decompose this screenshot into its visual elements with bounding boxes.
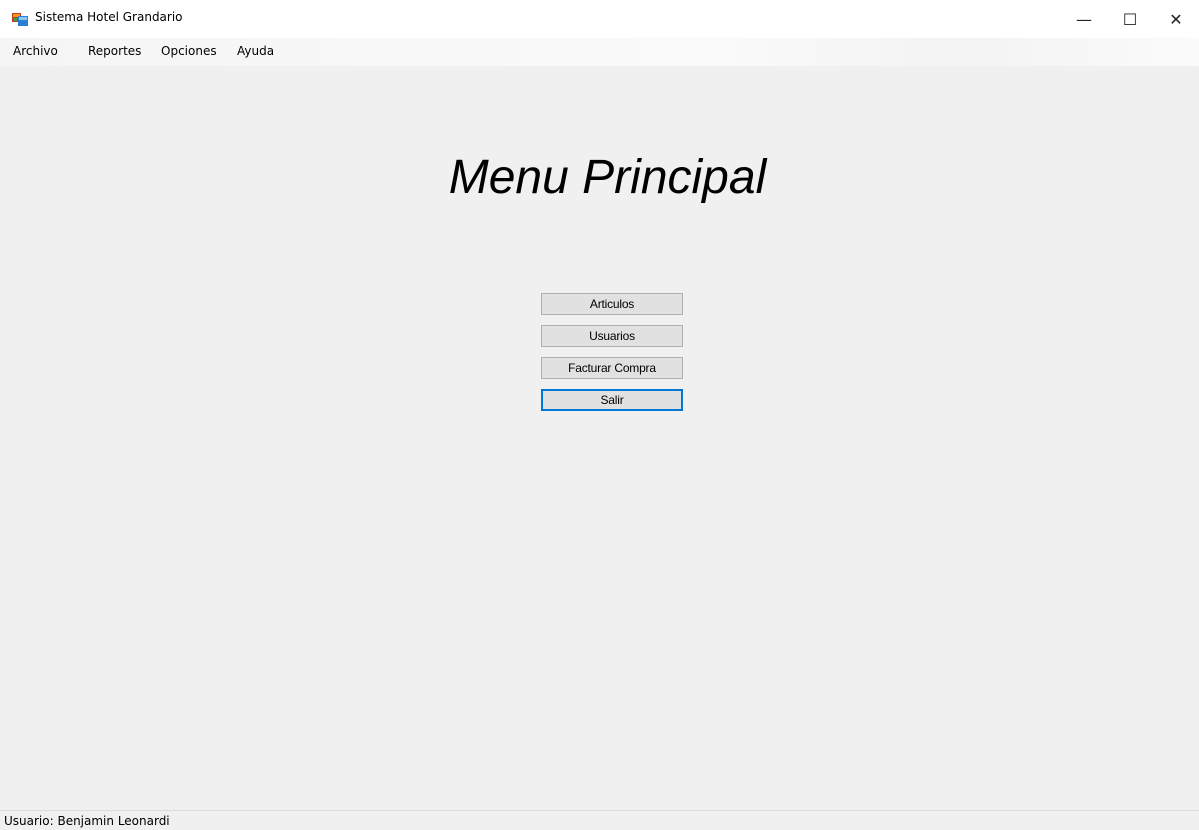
minimize-button[interactable]: —	[1061, 0, 1107, 38]
minimize-icon: —	[1076, 9, 1092, 29]
maximize-button[interactable]: ☐	[1107, 0, 1153, 38]
facturar-compra-button[interactable]: Facturar Compra	[541, 357, 683, 379]
app-window-icon	[12, 11, 28, 27]
usuarios-button[interactable]: Usuarios	[541, 325, 683, 347]
maximize-icon: ☐	[1122, 9, 1138, 29]
window-title: Sistema Hotel Grandario	[35, 10, 183, 24]
menu-bar: Archivo Reportes Opciones Ayuda	[0, 38, 1199, 66]
status-bar: Usuario: Benjamin Leonardi	[0, 810, 1199, 830]
menu-opciones[interactable]: Opciones	[161, 44, 217, 58]
salir-button[interactable]: Salir	[541, 389, 683, 411]
close-button[interactable]: ✕	[1153, 0, 1199, 38]
menu-archivo[interactable]: Archivo	[13, 44, 58, 58]
menu-reportes[interactable]: Reportes	[88, 44, 141, 58]
menu-ayuda[interactable]: Ayuda	[237, 44, 274, 58]
page-title: Menu Principal	[448, 151, 767, 204]
close-icon: ✕	[1169, 9, 1183, 29]
status-user-label: Usuario: Benjamin Leonardi	[4, 814, 170, 828]
articulos-button[interactable]: Articulos	[541, 293, 683, 315]
title-bar[interactable]: Sistema Hotel Grandario — ☐ ✕	[0, 0, 1199, 38]
